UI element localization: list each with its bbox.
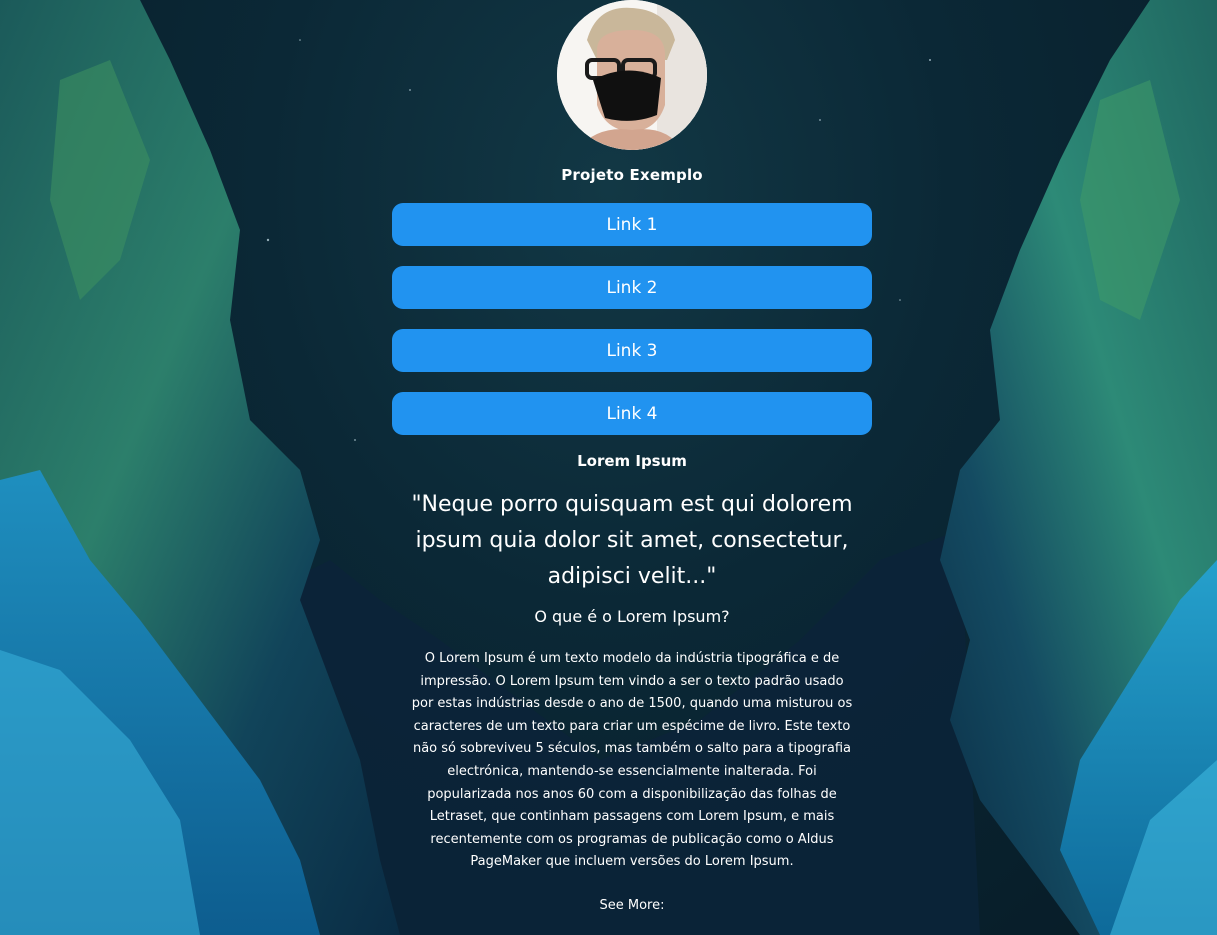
link-1-button[interactable]: Link 1: [392, 203, 872, 246]
section-title: Lorem Ipsum: [577, 452, 687, 470]
see-more-label: See More:: [599, 898, 665, 913]
quote-text: "Neque porro quisquam est qui dolorem ip…: [411, 492, 853, 589]
project-title: Projeto Exemplo: [561, 166, 703, 184]
subheading: O que é o Lorem Ipsum?: [534, 607, 730, 626]
link-3-button[interactable]: Link 3: [392, 329, 872, 372]
link-4-button[interactable]: Link 4: [392, 392, 872, 435]
body-paragraph: O Lorem Ipsum é um texto modelo da indús…: [411, 651, 853, 870]
link-2-button[interactable]: Link 2: [392, 266, 872, 309]
page-content: Projeto Exemplo Link 1 Link 2 Link 3 Lin…: [0, 0, 1217, 935]
profile-avatar: [557, 0, 707, 150]
